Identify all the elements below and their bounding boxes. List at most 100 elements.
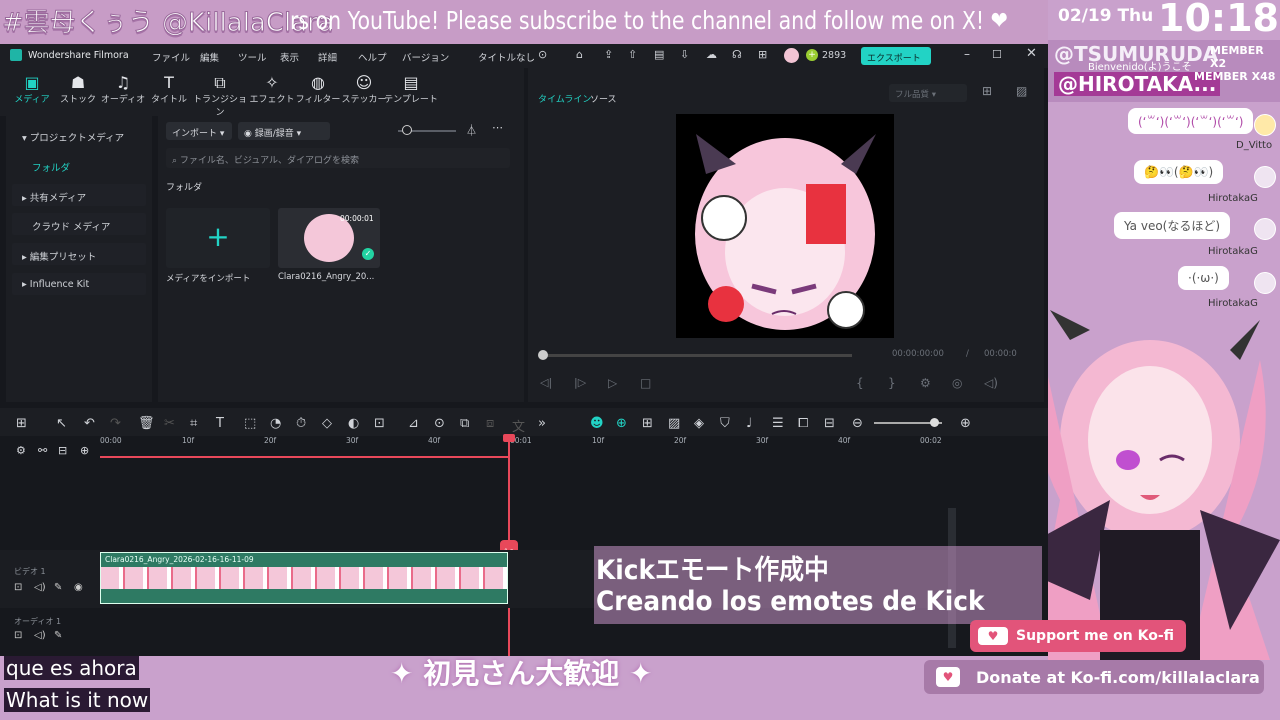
multi-track-icon[interactable]: ⊞ bbox=[642, 416, 653, 431]
image-icon[interactable]: ▨ bbox=[668, 416, 680, 431]
timeline-settings-icon[interactable]: ⚙ bbox=[16, 444, 26, 457]
tool-template[interactable]: ▤ テンプレート bbox=[384, 74, 438, 106]
sidebar-item-edit-presets[interactable]: ▸ 編集プリセット bbox=[12, 243, 146, 265]
layout-icon[interactable]: ▤ bbox=[654, 48, 664, 61]
add-track-icon[interactable]: ⊕ bbox=[80, 444, 89, 457]
mixer-icon[interactable]: ☰ bbox=[772, 416, 784, 431]
tool-sticker[interactable]: ☺ ステッカー bbox=[340, 74, 388, 106]
tool-effect[interactable]: ✧ エフェクト bbox=[248, 74, 296, 106]
grid-icon[interactable]: ⊞ bbox=[758, 48, 767, 61]
download-icon[interactable]: ⇩ bbox=[680, 48, 689, 61]
import-media-tile[interactable]: + bbox=[166, 208, 270, 268]
settings-icon[interactable]: ⚙ bbox=[920, 376, 931, 390]
mic-icon[interactable]: ♩ bbox=[746, 416, 752, 431]
track-manage-icon[interactable]: ⊟ bbox=[58, 444, 67, 457]
select-icon[interactable]: ↖ bbox=[56, 416, 67, 431]
snap-icon[interactable]: ⊕ bbox=[616, 416, 627, 431]
tool-title[interactable]: T タイトル bbox=[145, 74, 193, 106]
snapshot-icon[interactable]: ◎ bbox=[952, 376, 962, 390]
more-icon[interactable]: ⋯ bbox=[492, 121, 503, 134]
transform-icon[interactable]: ⧉ bbox=[460, 416, 469, 431]
video-clip[interactable]: Clara0216_Angry_2026-02-16-16-11-09 bbox=[100, 552, 508, 604]
mask-icon[interactable]: ⊙ bbox=[434, 416, 445, 431]
keyframe-icon[interactable]: ◇ bbox=[322, 416, 332, 431]
tool-media[interactable]: ▣ メディア bbox=[8, 74, 56, 106]
upload-icon[interactable]: ⇧ bbox=[628, 48, 637, 61]
image-icon[interactable]: ▨ bbox=[1016, 84, 1027, 98]
undo-icon[interactable]: ↶ bbox=[84, 416, 95, 431]
layout-icon[interactable]: ⊞ bbox=[16, 416, 27, 431]
lock-icon[interactable]: ⊡ bbox=[14, 582, 22, 593]
volume-icon[interactable]: ◁) bbox=[984, 376, 998, 390]
speaker-icon[interactable]: ◁) bbox=[34, 630, 46, 641]
menu-help[interactable]: ヘルプ bbox=[358, 50, 387, 64]
menu-advanced[interactable]: 詳細 bbox=[318, 50, 337, 64]
menu-edit[interactable]: 編集 bbox=[200, 50, 219, 64]
lock-icon[interactable]: ⊡ bbox=[14, 630, 22, 641]
ai-icon[interactable]: ⊿ bbox=[408, 416, 419, 431]
sidebar-item-project-media[interactable]: ▾ プロジェクトメディア bbox=[12, 124, 146, 146]
menu-file[interactable]: ファイル bbox=[152, 50, 190, 64]
tool-audio[interactable]: ♫ オーディオ bbox=[99, 74, 147, 106]
menu-version[interactable]: バージョン bbox=[402, 50, 449, 64]
replace-icon[interactable]: ⧠ bbox=[798, 416, 808, 431]
filter-icon[interactable]: ⏃ bbox=[466, 122, 477, 138]
cut-icon[interactable]: ✂ bbox=[164, 416, 175, 431]
mark-out-icon[interactable]: } bbox=[888, 376, 896, 390]
stop-icon[interactable]: □ bbox=[640, 376, 651, 390]
scrubber-handle[interactable] bbox=[538, 350, 548, 360]
more-tools-icon[interactable]: » bbox=[538, 416, 546, 431]
sidebar-item-cloud-media[interactable]: クラウド メディア bbox=[12, 213, 146, 235]
mute-icon[interactable]: ✎ bbox=[54, 582, 62, 593]
cloud-icon[interactable]: ☁ bbox=[706, 48, 717, 61]
speaker-icon[interactable]: ◁) bbox=[34, 582, 46, 593]
record-dropdown[interactable]: ◉ 録画/録音 ▾ bbox=[238, 122, 330, 140]
motion-icon[interactable]: ◈ bbox=[694, 416, 704, 431]
sticker-icon[interactable]: ⬚ bbox=[244, 416, 256, 431]
delete-icon[interactable]: 🗑 bbox=[138, 416, 155, 431]
tool-filter[interactable]: ◍ フィルター bbox=[294, 74, 342, 106]
speed-icon[interactable]: ◔ bbox=[270, 416, 281, 431]
next-frame-icon[interactable]: |▷ bbox=[574, 376, 586, 389]
clip-thumbnail[interactable]: 00:00:01 ✓ bbox=[278, 208, 380, 268]
text-icon[interactable]: T bbox=[216, 416, 224, 431]
share-icon[interactable]: ⇪ bbox=[604, 48, 613, 61]
user-avatar[interactable] bbox=[784, 48, 799, 63]
playhead-handle[interactable] bbox=[503, 434, 515, 442]
minimize-icon[interactable]: – bbox=[964, 47, 970, 61]
zoom-in-icon[interactable]: ⊕ bbox=[960, 416, 971, 431]
shield-icon[interactable]: ⛉ bbox=[720, 416, 730, 431]
timer-icon[interactable]: ⏱ bbox=[296, 416, 306, 431]
redo-icon[interactable]: ↷ bbox=[110, 416, 121, 431]
import-dropdown[interactable]: インポート ▾ bbox=[166, 122, 232, 140]
playback-scrubber[interactable] bbox=[540, 354, 852, 357]
stabilize-icon[interactable]: ⧈ bbox=[486, 416, 494, 431]
sidebar-item-shared-media[interactable]: ▸ 共有メディア bbox=[12, 184, 146, 206]
gift-icon[interactable]: ⌂ bbox=[576, 48, 583, 61]
maximize-icon[interactable]: ☐ bbox=[992, 48, 1002, 61]
tool-transition[interactable]: ⧉ トランジション bbox=[190, 74, 250, 119]
headset-icon[interactable]: ☊ bbox=[732, 48, 742, 61]
tab-source[interactable]: ソース bbox=[590, 92, 617, 105]
mark-in-icon[interactable]: { bbox=[856, 376, 864, 390]
menu-tools[interactable]: ツール bbox=[238, 50, 267, 64]
mute-icon[interactable]: ✎ bbox=[54, 630, 62, 641]
tool-stock[interactable]: ☗ ストック bbox=[54, 74, 102, 106]
zoom-out-icon[interactable]: ⊖ bbox=[852, 416, 863, 431]
split-view-icon[interactable]: ⊟ bbox=[824, 416, 835, 431]
sidebar-item-folder[interactable]: フォルダ bbox=[12, 154, 146, 176]
tab-timeline[interactable]: タイムライン bbox=[538, 92, 591, 105]
quality-select[interactable]: フル品質 ▾ bbox=[889, 84, 967, 102]
zoom-slider-handle[interactable] bbox=[402, 125, 412, 135]
sidebar-item-influence-kit[interactable]: ▸ Influence Kit bbox=[12, 273, 146, 295]
close-icon[interactable]: ✕ bbox=[1026, 46, 1037, 61]
search-input[interactable]: ⌕ ファイル名、ビジュアル、ダイアログを検索 bbox=[166, 148, 510, 168]
ai-copilot-icon[interactable]: ☻ bbox=[590, 416, 604, 431]
menu-view[interactable]: 表示 bbox=[280, 50, 299, 64]
fit-icon[interactable]: ⊡ bbox=[374, 416, 385, 431]
kofi-support-button[interactable]: ♥ Support me on Ko-fi bbox=[970, 620, 1186, 652]
crop-icon[interactable]: ⌗ bbox=[190, 416, 197, 431]
export-button[interactable]: エクスポート bbox=[861, 47, 931, 65]
link-icon[interactable]: ⚯ bbox=[38, 444, 47, 457]
play-icon[interactable]: ▷ bbox=[608, 376, 617, 390]
